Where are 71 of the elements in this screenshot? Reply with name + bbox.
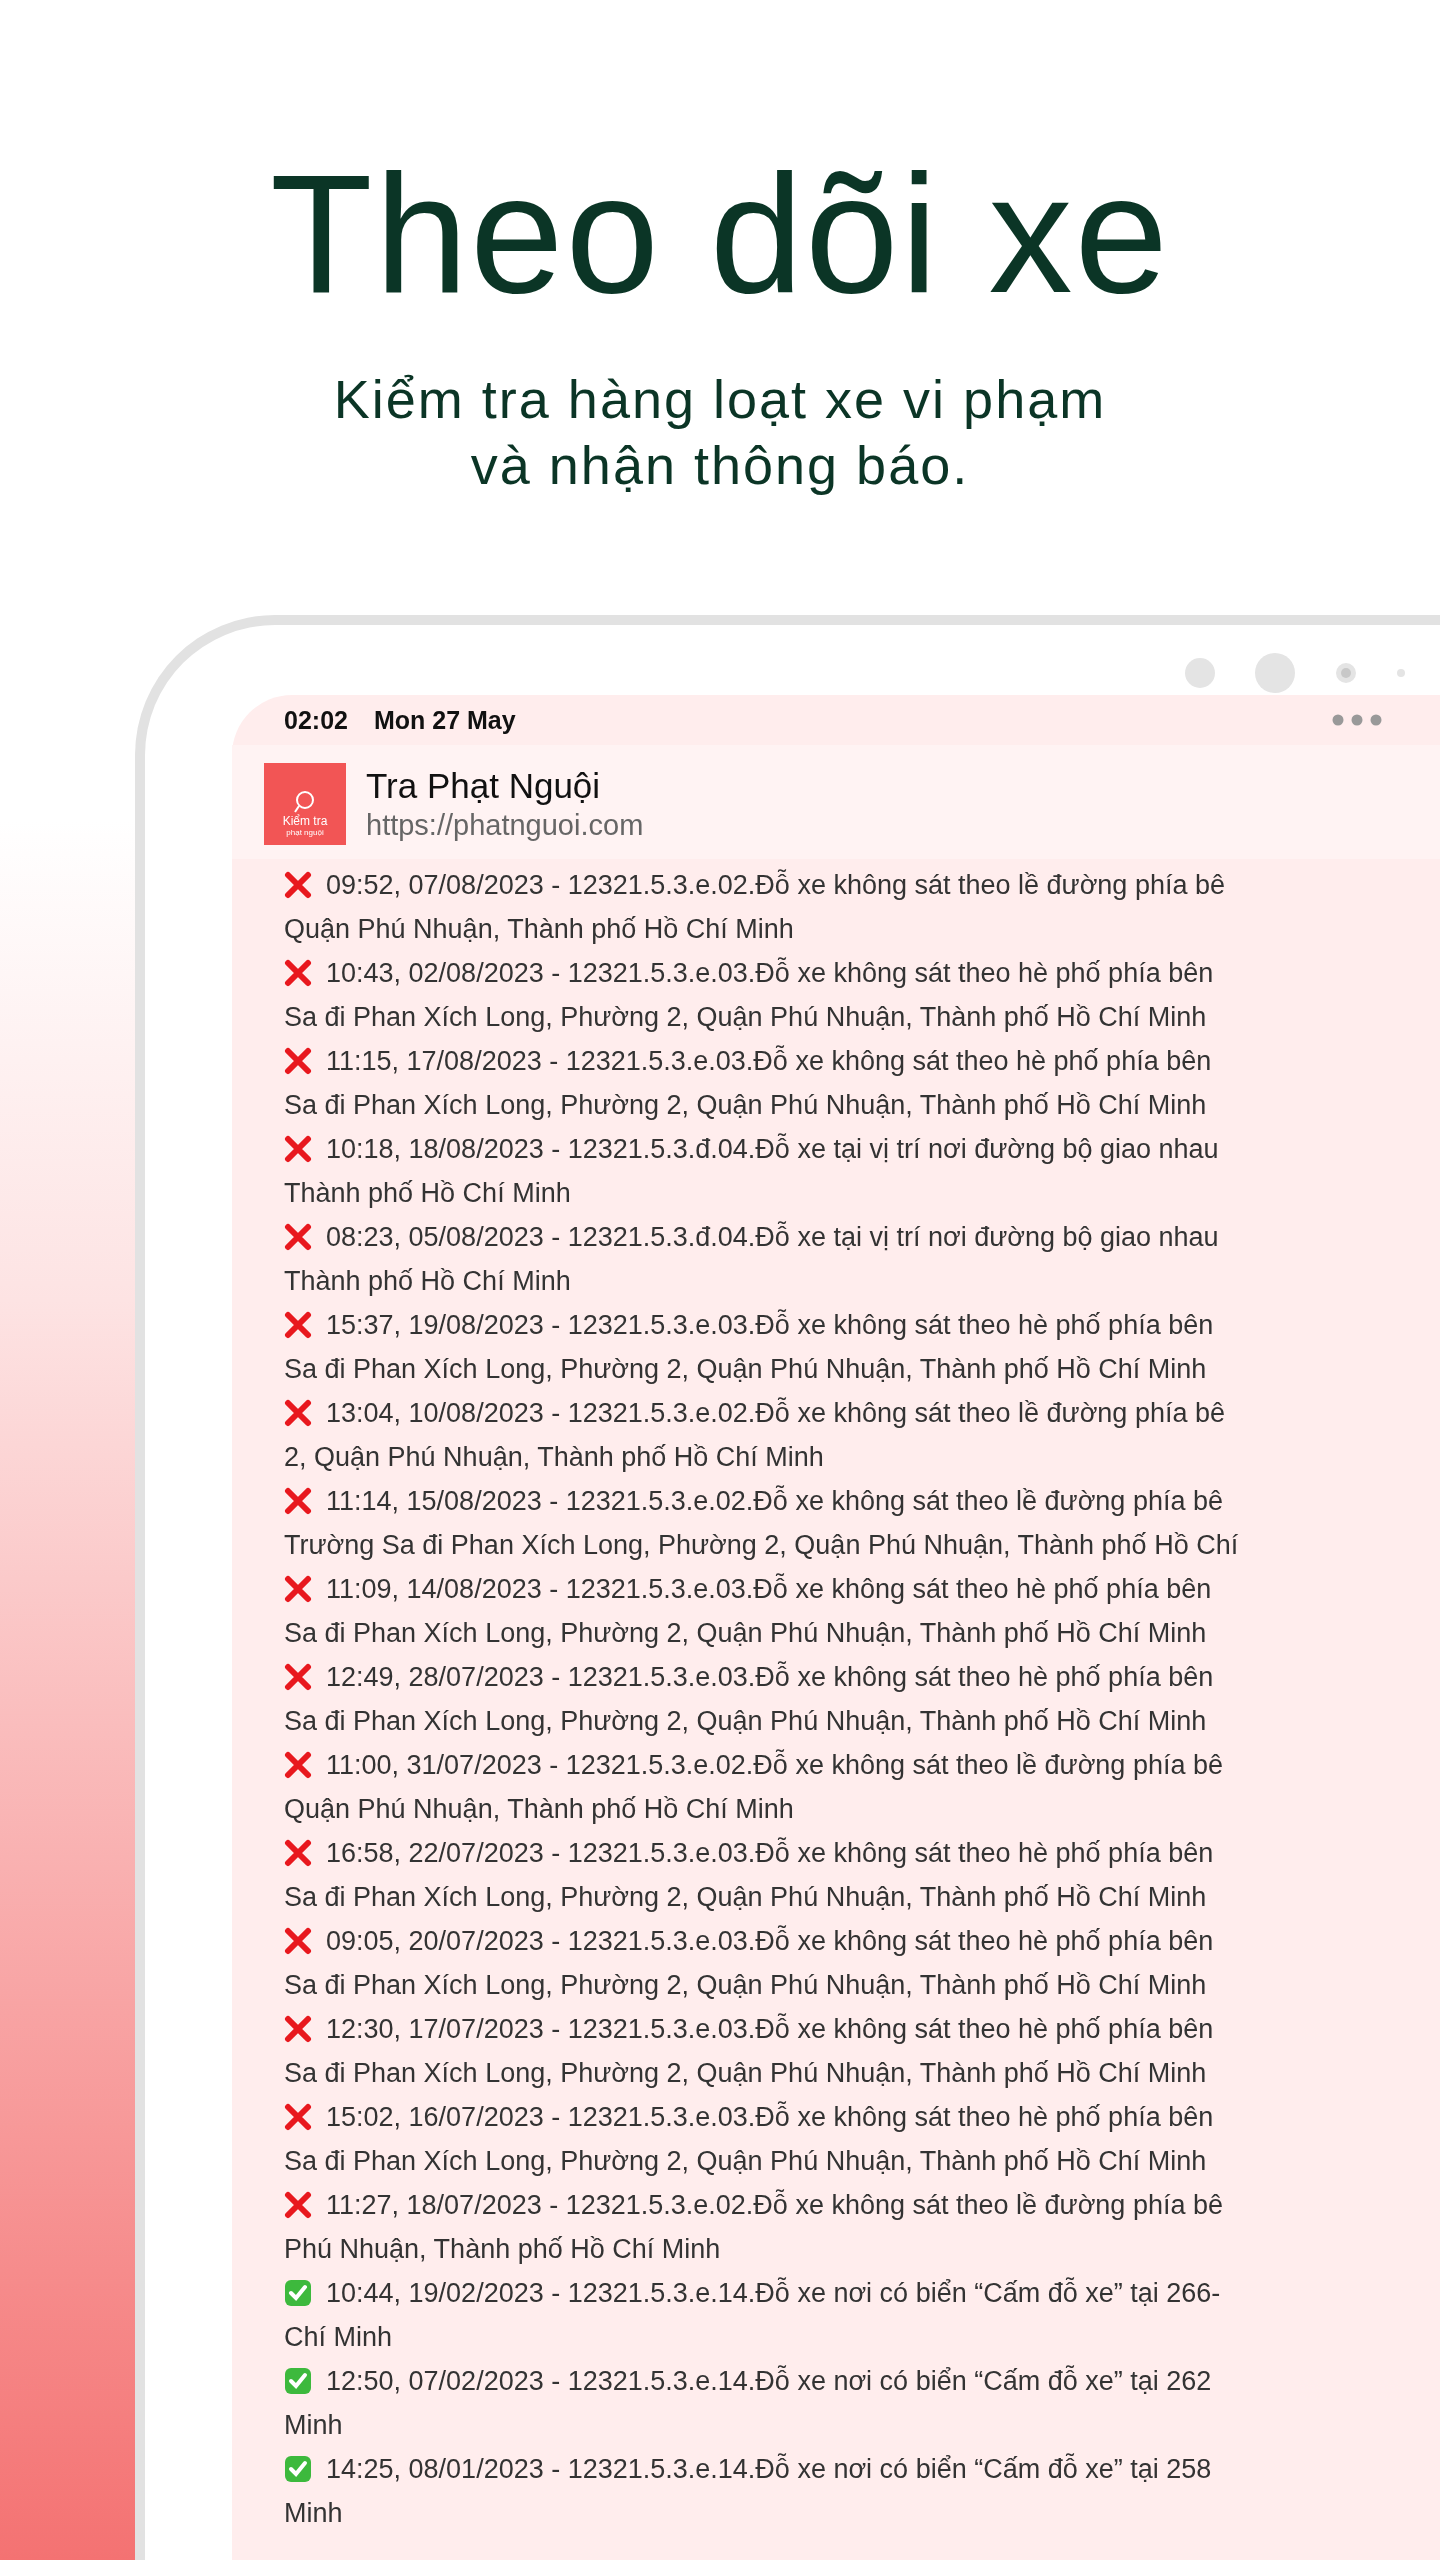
logo-text: Kiểm tra bbox=[282, 815, 328, 828]
app-url: https://phatnguoi.com bbox=[366, 808, 644, 843]
cross-icon bbox=[284, 1663, 312, 1691]
violation-text: 14:25, 08/01/2023 - 12321.5.3.e.14.Đỗ xe nơi có biển “Cấm đỗ xe” tại 258 bbox=[326, 2453, 1212, 2485]
violation-text: Sa đi Phan Xích Long, Phường 2, Quận Phú Nhuận, Thành phố Hồ Chí Minh bbox=[284, 1617, 1207, 1649]
violation-text: Minh bbox=[284, 2409, 343, 2441]
check-icon bbox=[284, 2367, 312, 2395]
violation-text: 12:50, 07/02/2023 - 12321.5.3.e.14.Đỗ xe nơi có biển “Cấm đỗ xe” tại 262 bbox=[326, 2365, 1212, 2397]
violation-text: 11:09, 14/08/2023 - 12321.5.3.e.03.Đỗ xe không sát theo hè phố phía bên bbox=[326, 1573, 1212, 1605]
more-icon[interactable] bbox=[1331, 714, 1382, 726]
subtitle-line: và nhận thông báo. bbox=[469, 434, 971, 497]
camera-icon bbox=[1185, 658, 1215, 688]
cross-icon bbox=[284, 1135, 312, 1163]
subtitle-line: Kiểm tra hàng loạt xe vi phạm bbox=[333, 368, 1107, 431]
violation-text: 11:14, 15/08/2023 - 12321.5.3.e.02.Đỗ xe không sát theo lề đường phía bê bbox=[326, 1485, 1223, 1517]
violation-text: Sa đi Phan Xích Long, Phường 2, Quận Phú Nhuận, Thành phố Hồ Chí Minh bbox=[284, 1001, 1207, 1033]
cross-icon bbox=[284, 1399, 312, 1427]
violation-text: Thành phố Hồ Chí Minh bbox=[284, 1265, 571, 1297]
violation-text: 16:58, 22/07/2023 - 12321.5.3.e.03.Đỗ xe không sát theo hè phố phía bên bbox=[326, 1837, 1214, 1869]
logo-text: phạt nguội bbox=[286, 828, 324, 837]
violation-text: 11:00, 31/07/2023 - 12321.5.3.e.02.Đỗ xe không sát theo lề đường phía bê bbox=[326, 1749, 1223, 1781]
violation-text: 09:52, 07/08/2023 - 12321.5.3.e.02.Đỗ xe không sát theo lề đường phía bê bbox=[326, 869, 1225, 901]
violation-text: Quận Phú Nhuận, Thành phố Hồ Chí Minh bbox=[284, 913, 794, 945]
sensor-icon bbox=[1397, 669, 1405, 677]
violation-text: Minh bbox=[284, 2497, 343, 2529]
violation-text: 2, Quận Phú Nhuận, Thành phố Hồ Chí Minh bbox=[284, 1441, 824, 1473]
violation-text: 10:18, 18/08/2023 - 12321.5.3.đ.04.Đỗ xe tại vị trí nơi đường bộ giao nhau bbox=[326, 1133, 1219, 1165]
violation-text: 10:43, 02/08/2023 - 12321.5.3.e.03.Đỗ xe không sát theo hè phố phía bên bbox=[326, 957, 1214, 989]
violation-text: 11:27, 18/07/2023 - 12321.5.3.e.02.Đỗ xe không sát theo lề đường phía bê bbox=[326, 2189, 1223, 2221]
violation-text: Sa đi Phan Xích Long, Phường 2, Quận Phú Nhuận, Thành phố Hồ Chí Minh bbox=[284, 2145, 1207, 2177]
violation-text: 10:44, 19/02/2023 - 12321.5.3.e.14.Đỗ xe nơi có biển “Cấm đỗ xe” tại 266- bbox=[326, 2277, 1221, 2309]
check-icon bbox=[284, 2279, 312, 2307]
cross-icon bbox=[284, 1047, 312, 1075]
cross-icon bbox=[284, 2015, 312, 2043]
status-time: 02:02 bbox=[284, 705, 348, 735]
cross-icon bbox=[284, 1223, 312, 1251]
violation-text: 08:23, 05/08/2023 - 12321.5.3.đ.04.Đỗ xe tại vị trí nơi đường bộ giao nhau bbox=[326, 1221, 1219, 1253]
violation-text: 15:37, 19/08/2023 - 12321.5.3.e.03.Đỗ xe không sát theo hè phố phía bên bbox=[326, 1309, 1214, 1341]
violation-text: Thành phố Hồ Chí Minh bbox=[284, 1177, 571, 1209]
violation-text: Sa đi Phan Xích Long, Phường 2, Quận Phú Nhuận, Thành phố Hồ Chí Minh bbox=[284, 1089, 1207, 1121]
cross-icon bbox=[284, 1751, 312, 1779]
violation-text: 12:30, 17/07/2023 - 12321.5.3.e.03.Đỗ xe không sát theo hè phố phía bên bbox=[326, 2013, 1214, 2045]
status-date: Mon 27 May bbox=[373, 705, 516, 735]
cross-icon bbox=[284, 1487, 312, 1515]
camera-icon bbox=[1255, 653, 1295, 693]
violation-text: Sa đi Phan Xích Long, Phường 2, Quận Phú Nhuận, Thành phố Hồ Chí Minh bbox=[284, 1881, 1207, 1913]
violation-text: Sa đi Phan Xích Long, Phường 2, Quận Phú Nhuận, Thành phố Hồ Chí Minh bbox=[284, 2057, 1207, 2089]
violation-text: 13:04, 10/08/2023 - 12321.5.3.e.02.Đỗ xe không sát theo lề đường phía bê bbox=[326, 1397, 1225, 1429]
violation-text: Phú Nhuận, Thành phố Hồ Chí Minh bbox=[284, 2233, 721, 2265]
violation-text: 15:02, 16/07/2023 - 12321.5.3.e.03.Đỗ xe không sát theo hè phố phía bên bbox=[326, 2101, 1214, 2133]
sensor-icon bbox=[1335, 662, 1357, 684]
cross-icon bbox=[284, 871, 312, 899]
cross-icon bbox=[284, 1839, 312, 1867]
cross-icon bbox=[284, 2191, 312, 2219]
violation-text: Quận Phú Nhuận, Thành phố Hồ Chí Minh bbox=[284, 1793, 794, 1825]
violation-text: 12:49, 28/07/2023 - 12321.5.3.e.03.Đỗ xe không sát theo hè phố phía bên bbox=[326, 1661, 1214, 1693]
page-title: Theo dõi xe bbox=[270, 150, 1170, 318]
violation-text: Sa đi Phan Xích Long, Phường 2, Quận Phú Nhuận, Thành phố Hồ Chí Minh bbox=[284, 1969, 1207, 2001]
violation-text: Trường Sa đi Phan Xích Long, Phường 2, Quận Phú Nhuận, Thành phố Hồ Chí bbox=[284, 1529, 1239, 1561]
cross-icon bbox=[284, 1311, 312, 1339]
check-icon bbox=[284, 2455, 312, 2483]
cross-icon bbox=[284, 2103, 312, 2131]
violation-text: 11:15, 17/08/2023 - 12321.5.3.e.03.Đỗ xe không sát theo hè phố phía bên bbox=[326, 1045, 1212, 1077]
cross-icon bbox=[284, 1575, 312, 1603]
app-title: Tra Phạt Nguội bbox=[366, 765, 602, 807]
violation-text: Sa đi Phan Xích Long, Phường 2, Quận Phú Nhuận, Thành phố Hồ Chí Minh bbox=[284, 1353, 1207, 1385]
violation-text: Chí Minh bbox=[284, 2321, 393, 2353]
cross-icon bbox=[284, 959, 312, 987]
violation-text: Sa đi Phan Xích Long, Phường 2, Quận Phú Nhuận, Thành phố Hồ Chí Minh bbox=[284, 1705, 1207, 1737]
cross-icon bbox=[284, 1927, 312, 1955]
violation-text: 09:05, 20/07/2023 - 12321.5.3.e.03.Đỗ xe không sát theo hè phố phía bên bbox=[326, 1925, 1214, 1957]
